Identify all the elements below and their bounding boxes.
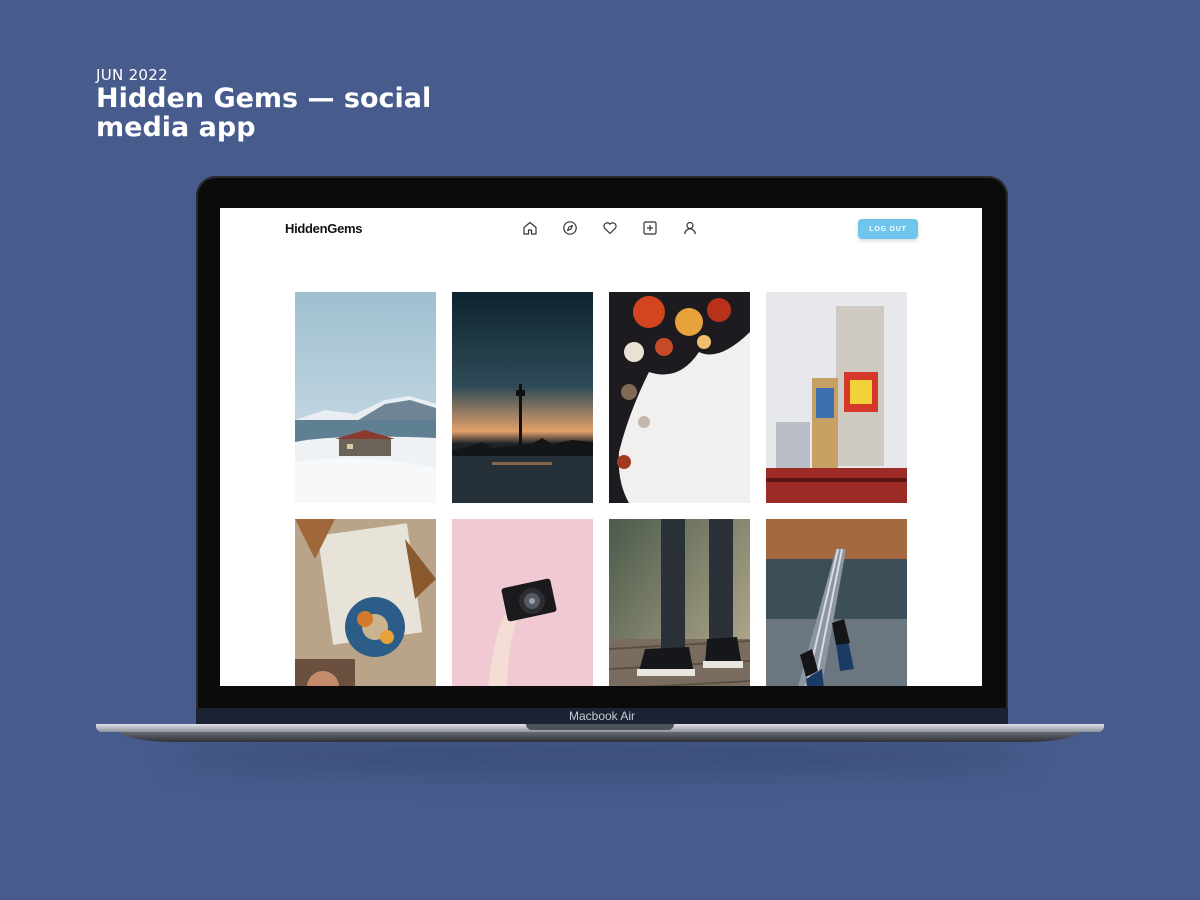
project-date: JUN 2022 xyxy=(96,66,168,84)
device-label: Macbook Air xyxy=(568,709,636,723)
photo-tile[interactable] xyxy=(452,292,593,503)
heart-icon[interactable] xyxy=(600,218,620,238)
photo-tile[interactable] xyxy=(609,519,750,686)
laptop-screen-frame: HiddenGems LOG OUT xyxy=(196,176,1008,726)
photo-tile[interactable] xyxy=(766,519,907,686)
app-window: HiddenGems LOG OUT xyxy=(220,208,982,686)
home-icon[interactable] xyxy=(520,218,540,238)
photo-feed-grid xyxy=(295,292,907,686)
add-post-icon[interactable] xyxy=(640,218,660,238)
profile-icon[interactable] xyxy=(680,218,700,238)
laptop-notch xyxy=(526,724,674,730)
project-title: Hidden Gems — social media app xyxy=(96,83,432,143)
photo-tile[interactable] xyxy=(766,292,907,503)
laptop-base-shadow xyxy=(120,731,1080,742)
photo-tile[interactable] xyxy=(452,519,593,686)
photo-tile[interactable] xyxy=(295,519,436,686)
photo-tile[interactable] xyxy=(295,292,436,503)
nav-icon-bar xyxy=(520,218,700,238)
app-logo[interactable]: HiddenGems xyxy=(285,221,362,236)
top-nav: HiddenGems LOG OUT xyxy=(220,208,982,254)
explore-icon[interactable] xyxy=(560,218,580,238)
logout-button[interactable]: LOG OUT xyxy=(858,219,918,239)
laptop-shadow xyxy=(170,742,1030,772)
photo-tile[interactable] xyxy=(609,292,750,503)
